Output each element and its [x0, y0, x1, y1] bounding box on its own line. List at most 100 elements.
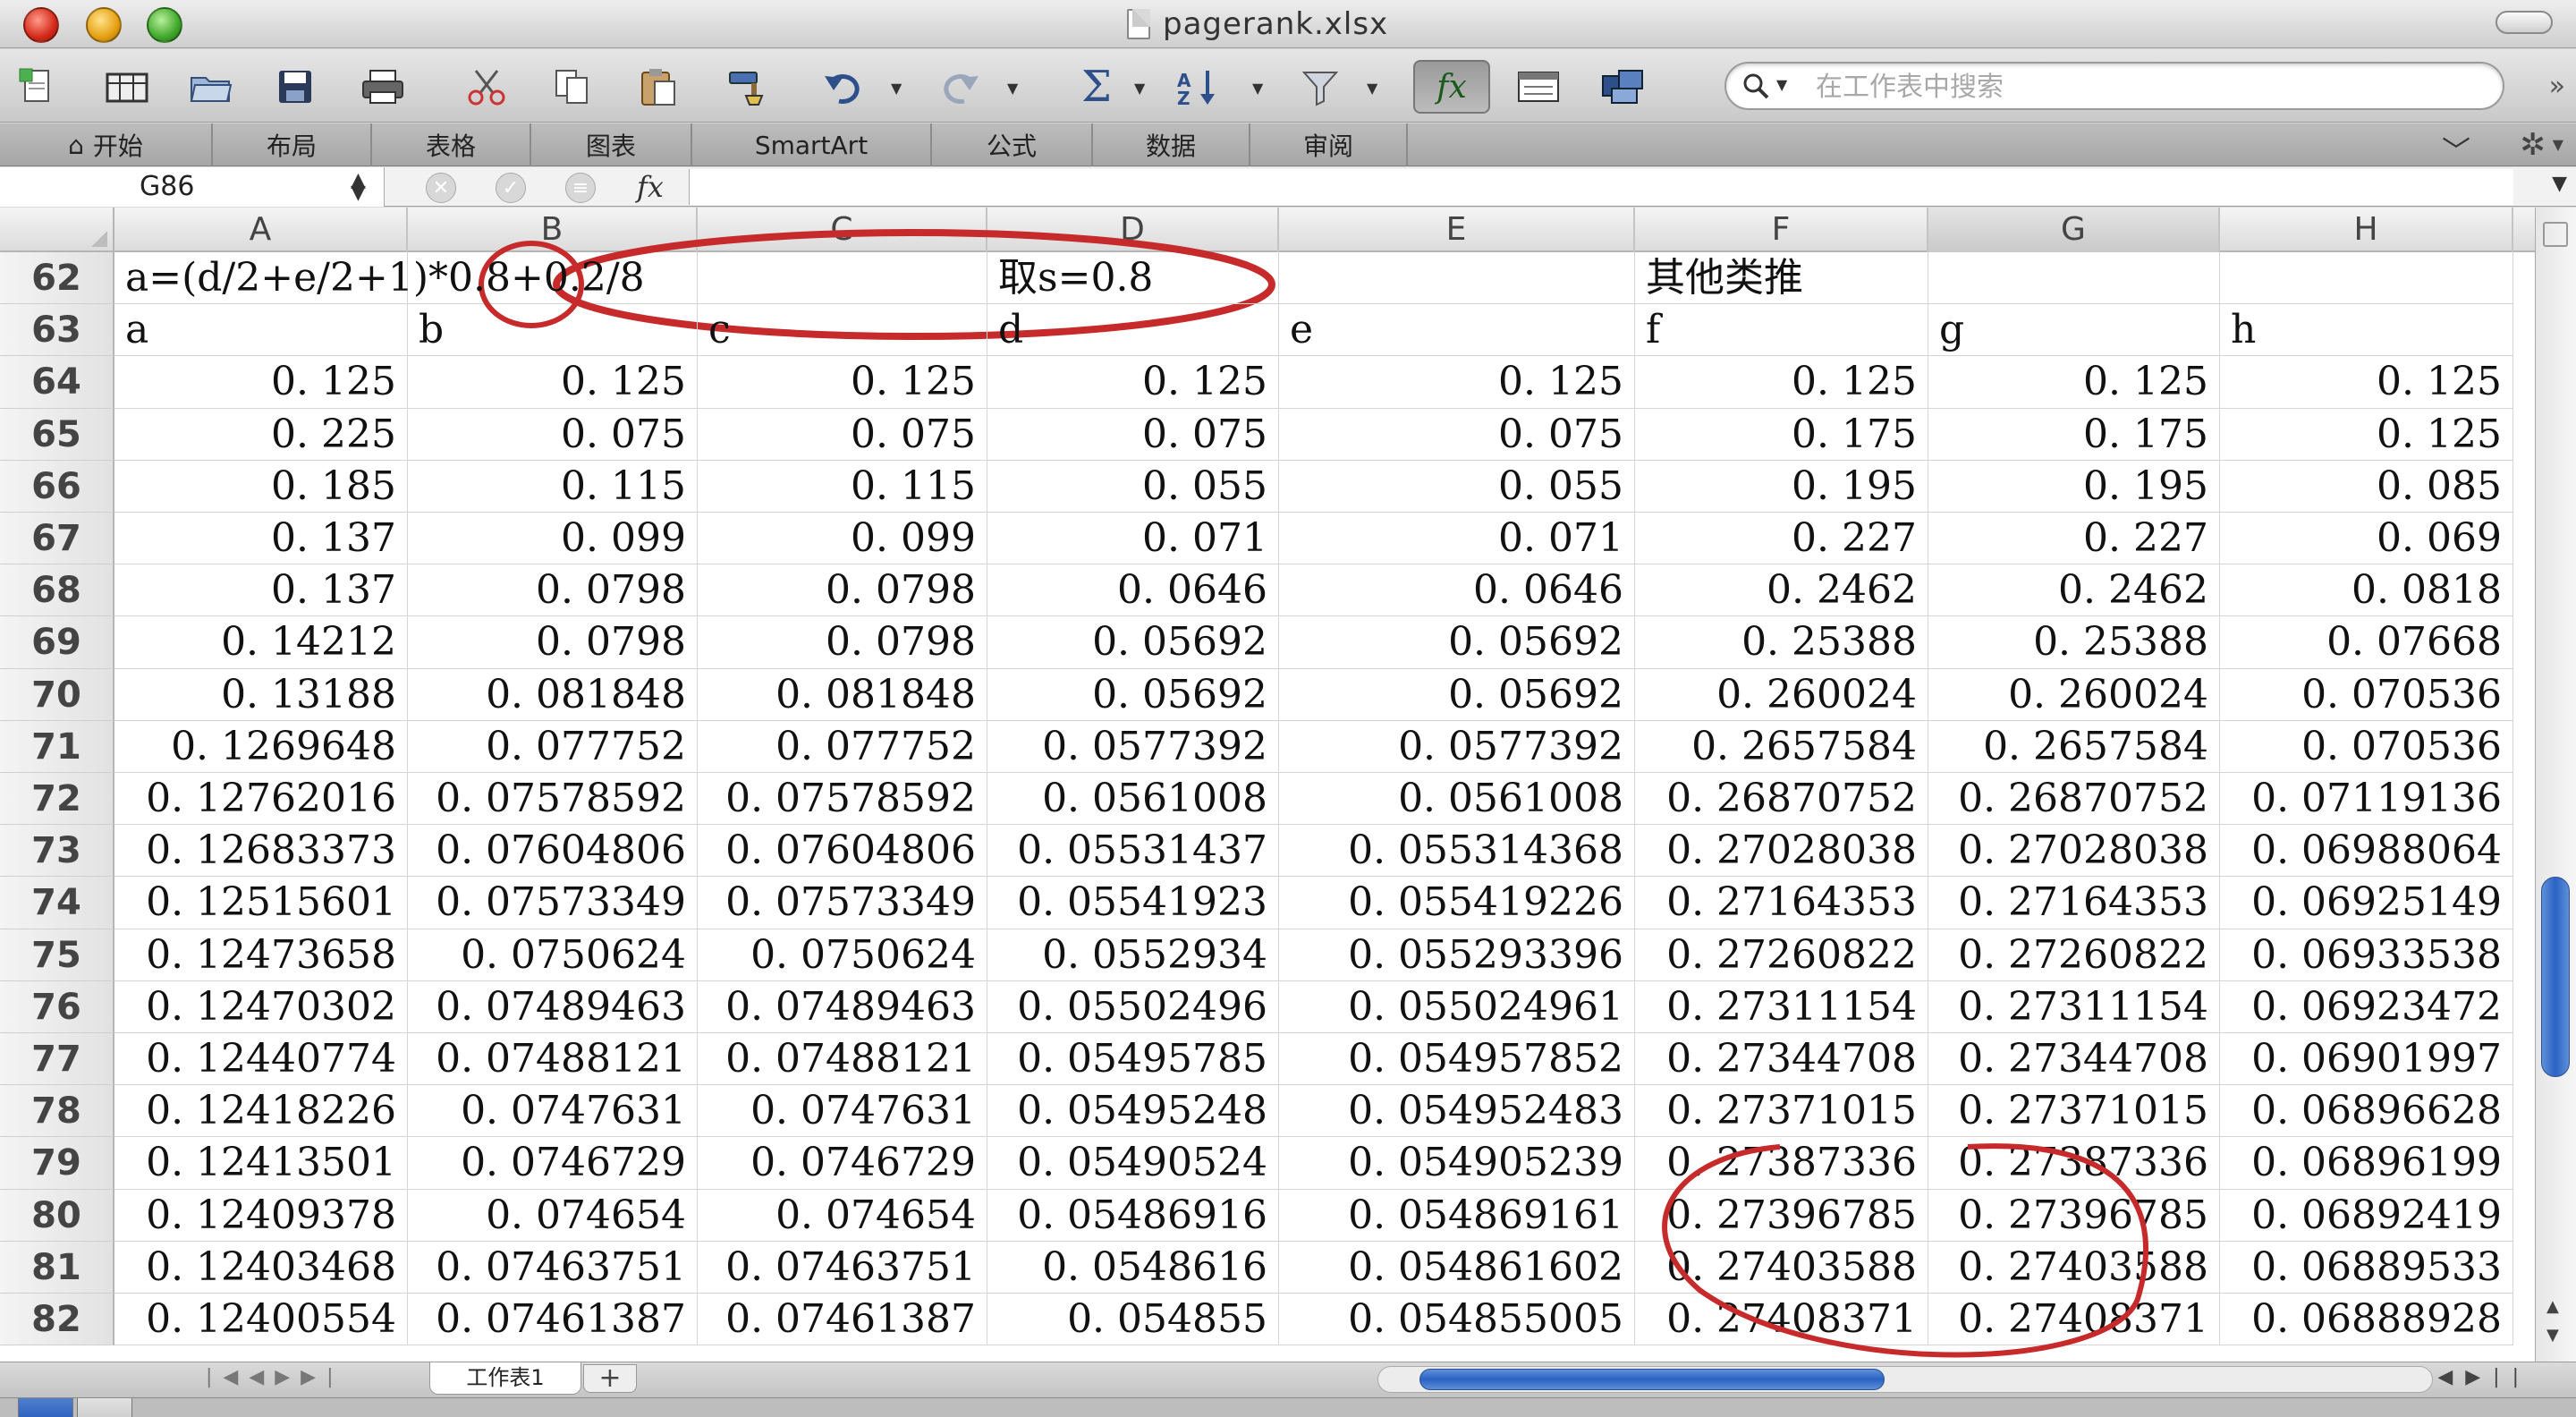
- cell[interactable]: 0. 06923472: [2220, 980, 2513, 1033]
- autosum-icon[interactable]: Σ: [1070, 60, 1123, 114]
- cell[interactable]: 0. 074654: [408, 1189, 698, 1242]
- search-options-caret[interactable]: ▼: [1776, 76, 1787, 93]
- cell[interactable]: 0. 070536: [2220, 720, 2513, 773]
- formula-input[interactable]: [689, 169, 2513, 205]
- cell[interactable]: 0. 27371015: [1635, 1085, 1928, 1138]
- sort-icon[interactable]: AZ: [1172, 60, 1225, 114]
- row-header[interactable]: 72: [0, 773, 114, 826]
- new-file-icon[interactable]: [13, 60, 66, 114]
- cell[interactable]: 0. 125: [408, 356, 698, 409]
- cell[interactable]: 0. 12762016: [114, 773, 408, 826]
- cell[interactable]: 0. 125: [2220, 356, 2513, 409]
- cell[interactable]: 0. 0577392: [1279, 720, 1635, 773]
- tab-smartart[interactable]: SmartArt: [692, 123, 932, 166]
- cut-icon[interactable]: [460, 60, 513, 114]
- cell[interactable]: 0. 1269648: [114, 720, 408, 773]
- cell[interactable]: 0. 054952483: [1279, 1085, 1635, 1138]
- cell[interactable]: 0. 137: [114, 564, 408, 617]
- cell[interactable]: 0. 06896199: [2220, 1137, 2513, 1190]
- row-header[interactable]: 70: [0, 668, 114, 721]
- vertical-scrollbar[interactable]: ▲ ▼: [2535, 208, 2576, 1362]
- cell[interactable]: 0. 070536: [2220, 668, 2513, 721]
- cell[interactable]: 0. 13188: [114, 668, 408, 721]
- cell[interactable]: 0. 175: [1635, 408, 1928, 461]
- vertical-scroll-thumb[interactable]: [2541, 877, 2570, 1077]
- column-header-c[interactable]: C: [698, 208, 987, 252]
- cell[interactable]: 0. 0798: [408, 616, 698, 669]
- cell[interactable]: 0. 054957852: [1279, 1033, 1635, 1086]
- cell[interactable]: 0. 12515601: [114, 877, 408, 929]
- cell[interactable]: 0. 077752: [408, 720, 698, 773]
- cell[interactable]: 0. 0747631: [408, 1085, 698, 1138]
- cell[interactable]: [1279, 252, 1635, 305]
- cell[interactable]: 0. 05692: [1279, 616, 1635, 669]
- cell[interactable]: e: [1279, 304, 1635, 357]
- horizontal-scroll-thumb[interactable]: [1419, 1369, 1885, 1390]
- cell[interactable]: 0. 05495248: [987, 1085, 1279, 1138]
- row-header[interactable]: 63: [0, 304, 114, 357]
- cell[interactable]: 0. 05692: [987, 616, 1279, 669]
- gallery-icon[interactable]: [100, 60, 154, 114]
- cell[interactable]: 0. 12409378: [114, 1189, 408, 1242]
- cell[interactable]: 0. 27260822: [1928, 929, 2220, 981]
- cell[interactable]: 0. 0746729: [408, 1137, 698, 1190]
- cell[interactable]: 0. 2657584: [1635, 720, 1928, 773]
- cell[interactable]: [1928, 252, 2220, 305]
- cell[interactable]: 0. 081848: [698, 668, 987, 721]
- cell[interactable]: 0. 27387336: [1635, 1137, 1928, 1190]
- column-header-g[interactable]: G: [1928, 208, 2220, 252]
- cell[interactable]: 0. 077752: [698, 720, 987, 773]
- row-header[interactable]: 74: [0, 877, 114, 929]
- cell[interactable]: 0. 12403468: [114, 1241, 408, 1294]
- redo-icon[interactable]: [930, 60, 984, 114]
- row-header[interactable]: 62: [0, 252, 114, 305]
- undo-menu-caret[interactable]: ▼: [891, 80, 902, 97]
- select-all-corner[interactable]: [0, 208, 114, 252]
- cell[interactable]: 0. 07489463: [408, 980, 698, 1033]
- cell[interactable]: 0. 05692: [1279, 668, 1635, 721]
- horizontal-scroll-arrows[interactable]: ◀▶||: [2437, 1366, 2531, 1388]
- cell[interactable]: 0. 06892419: [2220, 1189, 2513, 1242]
- cell[interactable]: 0. 115: [408, 460, 698, 513]
- fx-icon[interactable]: fx: [1413, 60, 1490, 114]
- cell[interactable]: 0. 054905239: [1279, 1137, 1635, 1190]
- cell[interactable]: 0. 07573349: [698, 877, 987, 929]
- row-header[interactable]: 81: [0, 1241, 114, 1294]
- cell[interactable]: 0. 27403588: [1635, 1241, 1928, 1294]
- column-header-d[interactable]: D: [987, 208, 1279, 252]
- cell[interactable]: 0. 0750624: [408, 929, 698, 981]
- cell[interactable]: 0. 07578592: [408, 773, 698, 826]
- cell[interactable]: d: [987, 304, 1279, 357]
- row-header[interactable]: 82: [0, 1294, 114, 1346]
- row-header[interactable]: 80: [0, 1189, 114, 1242]
- cell[interactable]: 0. 27311154: [1635, 980, 1928, 1033]
- cell[interactable]: 0. 27260822: [1635, 929, 1928, 981]
- column-header-a[interactable]: A: [114, 208, 408, 252]
- cell[interactable]: 0. 12418226: [114, 1085, 408, 1138]
- cell[interactable]: 0. 055: [987, 460, 1279, 513]
- cell[interactable]: 0. 055293396: [1279, 929, 1635, 981]
- cell[interactable]: 0. 195: [1635, 460, 1928, 513]
- sheet-tab-1[interactable]: 工作表1: [429, 1362, 581, 1395]
- cell[interactable]: 0. 069: [2220, 513, 2513, 565]
- cell[interactable]: 0. 125: [1635, 356, 1928, 409]
- cell[interactable]: 0. 07488121: [698, 1033, 987, 1086]
- cell[interactable]: h: [2220, 304, 2513, 357]
- cell[interactable]: 0. 054869161: [1279, 1189, 1635, 1242]
- sheet-navigation-arrows[interactable]: |◀◀▶▶|: [206, 1366, 344, 1388]
- cell[interactable]: 0. 260024: [1635, 668, 1928, 721]
- cell[interactable]: g: [1928, 304, 2220, 357]
- cell[interactable]: 0. 06901997: [2220, 1033, 2513, 1086]
- cell[interactable]: 0. 05531437: [987, 825, 1279, 878]
- ribbon-settings-gear-icon[interactable]: ✲: [2521, 127, 2546, 163]
- cell[interactable]: 0. 07604806: [698, 825, 987, 878]
- cell[interactable]: 0. 0561008: [987, 773, 1279, 826]
- name-box[interactable]: G86: [0, 167, 385, 207]
- cell[interactable]: 0. 0746729: [698, 1137, 987, 1190]
- autosum-menu-caret[interactable]: ▼: [1134, 80, 1145, 97]
- cell[interactable]: [2220, 252, 2513, 305]
- cell[interactable]: 0. 054855: [987, 1294, 1279, 1346]
- tab-charts[interactable]: 图表: [531, 123, 692, 166]
- format-brush-icon[interactable]: [721, 60, 775, 114]
- cell[interactable]: 0. 26870752: [1635, 773, 1928, 826]
